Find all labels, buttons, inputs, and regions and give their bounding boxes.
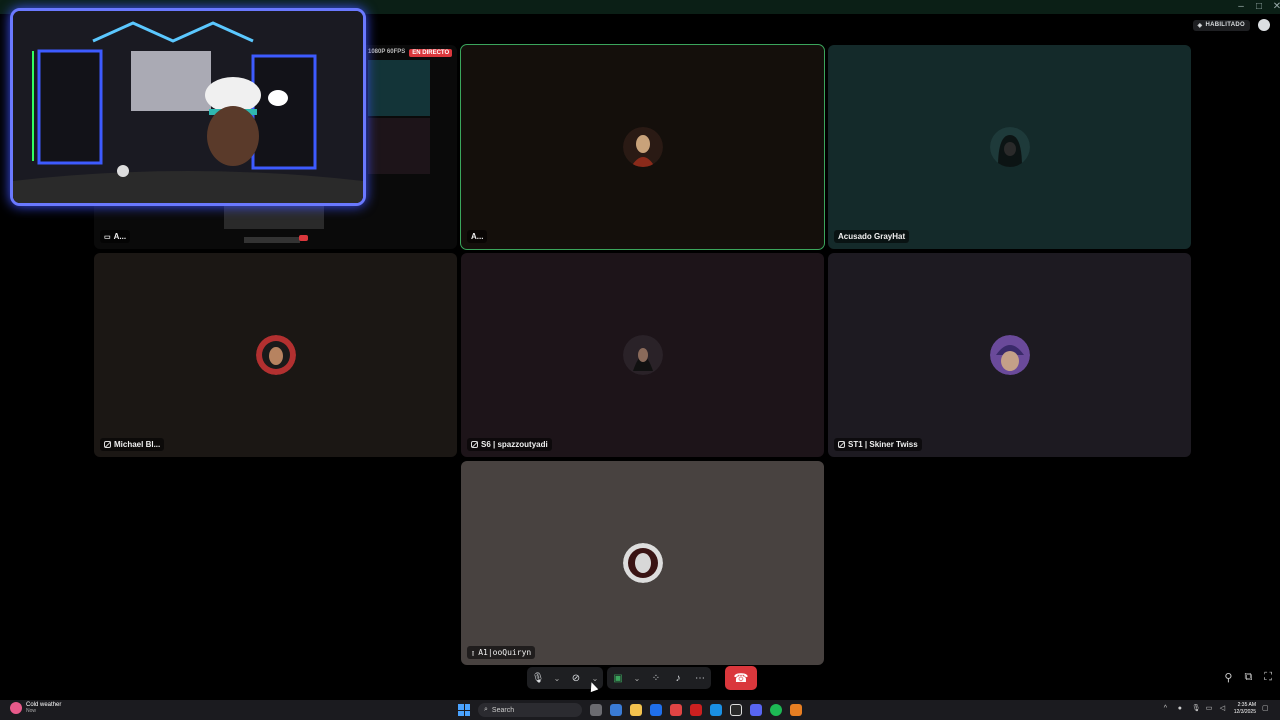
muted-icon	[838, 441, 845, 448]
chrome-icon[interactable]	[670, 704, 682, 716]
end-call-button[interactable]: ☎	[725, 666, 757, 690]
network-icon[interactable]: ▭	[1206, 705, 1214, 713]
weather-subtitle: Now	[26, 708, 37, 714]
microphone-icon[interactable]: 🎙	[531, 671, 545, 685]
edge-icon[interactable]	[650, 704, 662, 716]
stream-overlay: 1080P 60FPS EN DIRECTO	[368, 49, 453, 57]
participant-name: ST1 | Skiner Twiss	[834, 438, 922, 451]
mini-participant	[368, 60, 430, 116]
participant-avatar	[989, 127, 1030, 167]
file-explorer-icon[interactable]	[630, 704, 642, 716]
live-badge: EN DIRECTO	[409, 49, 453, 57]
chevron-down-icon[interactable]: ⌄	[553, 671, 561, 685]
actions-group: ▣ ⌄ ⁘ ♪ ⋯	[607, 667, 711, 689]
screenshare-end-mark	[299, 235, 308, 241]
search-placeholder: Search	[491, 706, 515, 714]
muted-icon	[471, 441, 478, 448]
participant-name: S6 | spazzoutyadi	[467, 438, 552, 451]
muted-icon	[104, 441, 111, 448]
volume-icon[interactable]: ◁	[1220, 705, 1228, 713]
participant-name: Michael Bl...	[100, 438, 165, 451]
pin-icon[interactable]: ⚲	[1224, 671, 1232, 684]
weather-icon	[10, 702, 22, 714]
participant-tile[interactable]: S6 | spazzoutyadi	[461, 253, 824, 457]
popout-icon[interactable]: ⧉	[1244, 671, 1252, 684]
obs-icon[interactable]	[730, 704, 742, 716]
mobile-icon: ▯	[471, 648, 476, 657]
participant-avatar	[255, 335, 296, 375]
system-tray: ^ ● 🎙 ▭ ◁ 2:35 AM 12/3/2025 ▢	[1164, 702, 1270, 716]
copilot-icon[interactable]	[610, 704, 622, 716]
participant-tile[interactable]: Michael Bl...	[94, 253, 457, 457]
fullscreen-icon[interactable]: ⛶	[1264, 671, 1272, 684]
screenshare-preview	[224, 205, 324, 229]
streamer-webcam-overlay	[10, 8, 366, 206]
participant-avatar	[989, 335, 1030, 375]
screenshare-toolbar	[244, 237, 300, 243]
shield-icon: ◈	[1197, 22, 1203, 29]
participant-tile[interactable]: Acusado GrayHat	[828, 45, 1191, 249]
clock-time: 2:35 AM	[1237, 702, 1256, 708]
chevron-down-icon[interactable]: ⌄	[633, 671, 641, 685]
call-controls: 🎙 ⌄ ⊘ ⌄ ▣ ⌄ ⁘ ♪ ⋯ ☎	[527, 666, 757, 690]
activities-icon[interactable]: ⁘	[649, 671, 663, 685]
participant-name: ▯ A1|ooQuiryn	[467, 646, 536, 659]
participant-name: ▭ A...	[100, 230, 131, 243]
taskbar-search[interactable]: ⌕ Search	[478, 703, 582, 717]
screen-share-icon[interactable]: ▣	[611, 671, 625, 685]
browser-icon[interactable]	[710, 704, 722, 716]
app-icon[interactable]	[790, 704, 802, 716]
hang-up-icon: ☎	[733, 671, 749, 685]
topbar-right: ◈ HABILITADO	[1192, 19, 1270, 31]
notification-icon[interactable]: ▢	[1262, 705, 1270, 713]
screen-share-icon: ▭	[104, 233, 111, 241]
participant-avatar	[622, 127, 663, 167]
discord-icon[interactable]	[750, 704, 762, 716]
mic-tray-icon[interactable]: 🎙	[1192, 705, 1201, 713]
close-icon[interactable]: ✕	[1266, 0, 1280, 14]
weather-widget[interactable]: Cold weather Now	[10, 702, 61, 714]
participant-avatar	[622, 335, 663, 375]
soundboard-icon[interactable]: ♪	[671, 671, 685, 685]
search-icon: ⌕	[484, 706, 488, 713]
participant-name: A...	[467, 230, 488, 243]
stream-quality: 1080P 60FPS	[368, 49, 406, 55]
os-taskbar: Cold weather Now ⌕ Search ^ ● 🎙 ▭ ◁ 2:35…	[0, 700, 1280, 720]
task-view-icon[interactable]	[590, 704, 602, 716]
chat-icon[interactable]	[1258, 19, 1270, 31]
status-badge[interactable]: ◈ HABILITADO	[1192, 19, 1250, 31]
taskbar-center: ⌕ Search	[458, 703, 802, 717]
participant-tile[interactable]: ST1 | Skiner Twiss	[828, 253, 1191, 457]
participant-avatar	[622, 543, 663, 583]
mini-participant	[368, 118, 430, 174]
windows-start-icon[interactable]	[458, 704, 470, 716]
tray-app-icon[interactable]: ●	[1178, 705, 1186, 713]
spotify-icon[interactable]	[770, 704, 782, 716]
bottom-right-controls: ⚲ ⧉ ⛶	[1224, 671, 1272, 684]
webcam-scene	[13, 11, 363, 203]
participant-name: Acusado GrayHat	[834, 230, 910, 243]
participant-tile[interactable]: ▯ A1|ooQuiryn	[461, 461, 824, 665]
chevron-up-icon[interactable]: ^	[1164, 705, 1172, 713]
participant-tile[interactable]: A...	[460, 44, 825, 250]
more-icon[interactable]: ⋯	[693, 671, 707, 685]
clock-date: 12/3/2025	[1233, 709, 1256, 715]
opera-icon[interactable]	[690, 704, 702, 716]
mini-participant-strip	[368, 60, 430, 174]
clock[interactable]: 2:35 AM 12/3/2025	[1234, 702, 1256, 716]
camera-off-icon[interactable]: ⊘	[569, 671, 583, 685]
